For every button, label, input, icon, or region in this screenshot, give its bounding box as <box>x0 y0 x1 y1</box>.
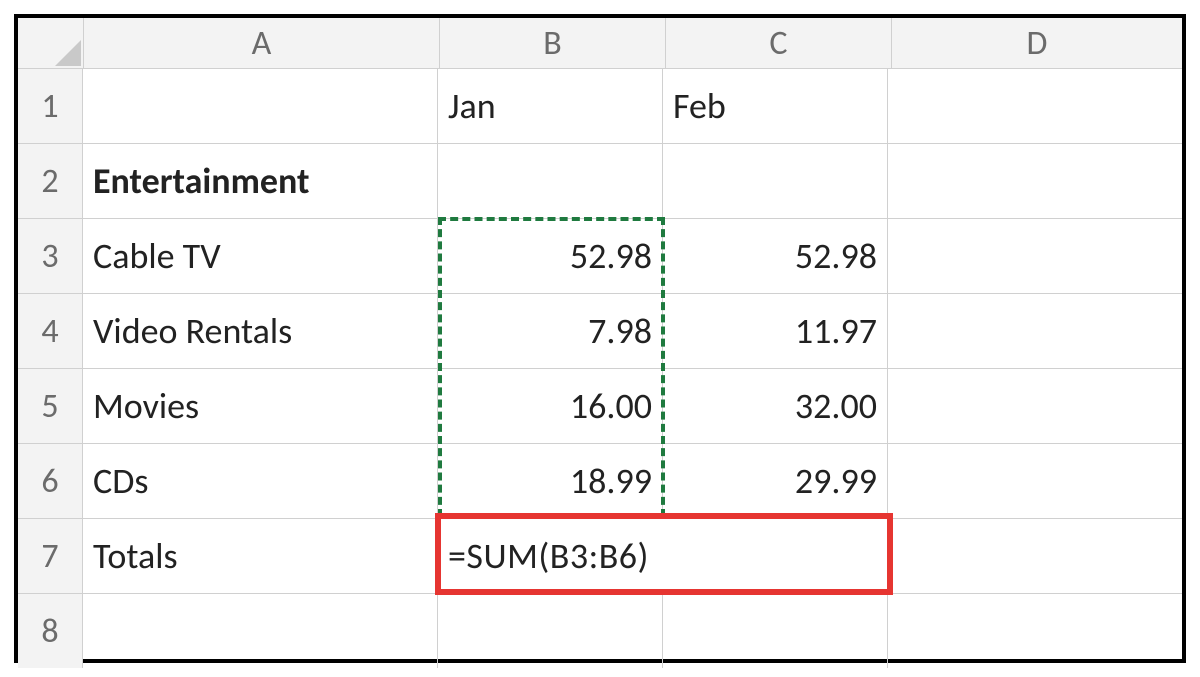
cell-C6[interactable]: 29.99 <box>663 444 888 518</box>
cell-A2-section-title[interactable]: Entertainment <box>83 144 438 218</box>
cell-D4[interactable] <box>888 294 1182 368</box>
col-header-B[interactable]: B <box>440 18 666 68</box>
select-all-corner[interactable] <box>18 18 84 68</box>
cell-D2[interactable] <box>888 144 1182 218</box>
cell-D1[interactable] <box>888 69 1182 143</box>
cell-B5[interactable]: 16.00 <box>438 369 663 443</box>
select-all-triangle-icon <box>55 40 81 66</box>
row-header-4[interactable]: 4 <box>18 294 83 369</box>
cell-D7[interactable] <box>888 519 1182 593</box>
cell-A3[interactable]: Cable TV <box>83 219 438 293</box>
grid-row-2: Entertainment <box>83 144 1182 219</box>
grid-row-8 <box>83 594 1182 668</box>
cell-A8[interactable] <box>83 594 438 668</box>
cell-A1[interactable] <box>83 69 438 143</box>
cell-B7-formula[interactable]: =SUM(B3:B6) <box>438 519 888 593</box>
cell-B2[interactable] <box>438 144 663 218</box>
cell-C3[interactable]: 52.98 <box>663 219 888 293</box>
row-headers: 1 2 3 4 5 6 7 8 <box>18 69 83 668</box>
row-header-8[interactable]: 8 <box>18 594 83 668</box>
cell-A7-totals-label[interactable]: Totals <box>83 519 438 593</box>
cell-D3[interactable] <box>888 219 1182 293</box>
grid-row-5: Movies 16.00 32.00 <box>83 369 1182 444</box>
row-header-1[interactable]: 1 <box>18 69 83 144</box>
cell-B8[interactable] <box>438 594 663 668</box>
row-header-5[interactable]: 5 <box>18 369 83 444</box>
row-header-6[interactable]: 6 <box>18 444 83 519</box>
cell-D8[interactable] <box>888 594 1182 668</box>
grid-row-7: Totals =SUM(B3:B6) <box>83 519 1182 594</box>
cell-C1[interactable]: Feb <box>663 69 888 143</box>
col-header-A[interactable]: A <box>84 18 440 68</box>
col-header-D[interactable]: D <box>892 18 1182 68</box>
cell-A6[interactable]: CDs <box>83 444 438 518</box>
cell-B6[interactable]: 18.99 <box>438 444 663 518</box>
grid-row-6: CDs 18.99 29.99 <box>83 444 1182 519</box>
cell-C5[interactable]: 32.00 <box>663 369 888 443</box>
row-header-7[interactable]: 7 <box>18 519 83 594</box>
cell-A5[interactable]: Movies <box>83 369 438 443</box>
cell-B4[interactable]: 7.98 <box>438 294 663 368</box>
column-headers: A B C D <box>18 18 1182 69</box>
cell-B3[interactable]: 52.98 <box>438 219 663 293</box>
col-header-C[interactable]: C <box>666 18 892 68</box>
row-header-2[interactable]: 2 <box>18 144 83 219</box>
cell-B1[interactable]: Jan <box>438 69 663 143</box>
grid-row-4: Video Rentals 7.98 11.97 <box>83 294 1182 369</box>
cell-D6[interactable] <box>888 444 1182 518</box>
cell-A4[interactable]: Video Rentals <box>83 294 438 368</box>
row-header-3[interactable]: 3 <box>18 219 83 294</box>
cell-grid: Jan Feb Entertainment Cable TV 52.98 52.… <box>83 69 1182 668</box>
grid-row-3: Cable TV 52.98 52.98 <box>83 219 1182 294</box>
cell-C8[interactable] <box>663 594 888 668</box>
grid-row-1: Jan Feb <box>83 69 1182 144</box>
cell-C2[interactable] <box>663 144 888 218</box>
cell-D5[interactable] <box>888 369 1182 443</box>
cell-C4[interactable]: 11.97 <box>663 294 888 368</box>
spreadsheet-frame: A B C D 1 2 3 4 5 6 7 8 Jan Feb <box>14 14 1186 663</box>
